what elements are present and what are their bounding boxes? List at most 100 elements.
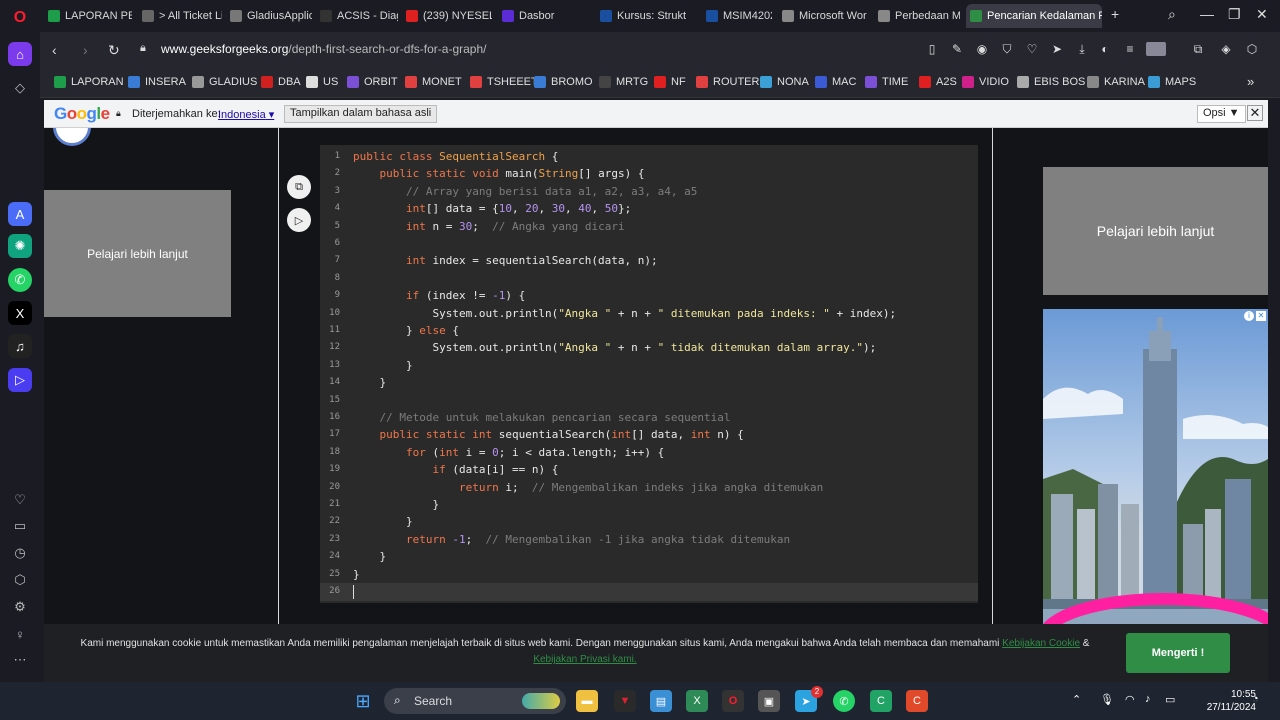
close-window-icon[interactable]: ✕ — [1256, 6, 1268, 23]
options-button[interactable]: Opsi ▼ — [1197, 105, 1246, 123]
messages-icon[interactable]: ▭ — [8, 514, 32, 538]
bookmark-insera[interactable]: INSERA — [128, 76, 186, 88]
app-4-icon[interactable]: C — [906, 690, 928, 712]
start-icon[interactable]: ⊞ — [352, 690, 374, 712]
bookmark-nona[interactable]: NONA — [760, 76, 809, 88]
forward-icon[interactable]: › — [83, 42, 88, 58]
bookmark-vidio[interactable]: VIDIO — [962, 76, 1009, 88]
adchoices-icon[interactable]: i — [1244, 311, 1254, 321]
accept-cookies-button[interactable]: Mengerti ! — [1126, 633, 1230, 673]
privacy-policy-link[interactable]: Kebijakan Privasi kami. — [533, 654, 636, 665]
search-tabs-icon[interactable]: ⌕ — [1168, 6, 1176, 23]
tray-chevron-icon[interactable]: ⌃ — [1072, 693, 1081, 706]
copy-code-icon[interactable]: ⧉ — [287, 175, 311, 199]
url-field[interactable]: www.geeksforgeeks.org/depth-first-search… — [161, 42, 486, 56]
extension-2-icon[interactable]: ◈ — [1218, 42, 1234, 56]
bookmark-karina[interactable]: KARINA — [1087, 76, 1145, 88]
app-2-icon[interactable]: ▤ — [650, 690, 672, 712]
pin-icon[interactable]: ◇ — [8, 76, 32, 100]
tab-7[interactable]: Kursus: Strukt — [596, 4, 696, 28]
bookmark-a2s[interactable]: A2S — [919, 76, 957, 88]
camera-icon[interactable]: ◉ — [974, 42, 990, 56]
language-select[interactable]: Indonesia ▾ — [218, 108, 274, 121]
reload-icon[interactable]: ↻ — [108, 42, 120, 59]
code-editor[interactable]: 1 public class SequentialSearch {2 public… — [320, 145, 978, 603]
shield-icon[interactable]: ⛉ — [999, 42, 1015, 57]
bookmark-router[interactable]: ROUTER — [696, 76, 759, 88]
settings-icon[interactable]: ⚙ — [8, 595, 32, 619]
download-icon[interactable]: ⤓ — [1074, 42, 1090, 57]
menu-icon[interactable]: ≡ — [1122, 42, 1138, 56]
bookmark-tsheeet[interactable]: TSHEEET — [470, 76, 538, 88]
send-icon[interactable]: ➤ — [1049, 42, 1065, 56]
bulb-icon[interactable]: ♀ — [8, 622, 32, 646]
excel-icon[interactable]: X — [686, 690, 708, 712]
music-icon[interactable]: ♫ — [8, 334, 32, 358]
bookmark-laporan[interactable]: LAPORAN — [54, 76, 124, 88]
run-code-icon[interactable]: ▷ — [287, 208, 311, 232]
left-ad-cta[interactable]: Pelajari lebih lanjut — [44, 190, 231, 317]
clock[interactable]: 10:55 27/11/2024 — [1207, 688, 1256, 714]
tab-5[interactable]: (239) NYESEL — [402, 4, 492, 28]
more-icon[interactable]: ⋯ — [8, 648, 32, 672]
bookmark-gladius[interactable]: GLADIUS — [192, 76, 257, 88]
profile-thumbnail-icon[interactable] — [1146, 42, 1166, 56]
opera-logo-icon[interactable]: O — [8, 6, 32, 30]
tab-2[interactable]: > All Ticket Lis — [138, 4, 222, 28]
bookmark-monet[interactable]: MONET — [405, 76, 462, 88]
bookmark-mac[interactable]: MAC — [815, 76, 856, 88]
player-icon[interactable]: ▷ — [8, 368, 32, 392]
microphone-icon[interactable]: 🎙︎ — [1100, 693, 1114, 706]
heart-icon[interactable]: ♡ — [8, 488, 32, 512]
right-ad-cta[interactable]: Pelajari lebih lanjut — [1043, 167, 1268, 295]
battery-icon[interactable]: ▭ — [1165, 693, 1175, 706]
bookmark-bromo[interactable]: BROMO — [534, 76, 593, 88]
volume-icon[interactable]: ♪ — [1145, 693, 1151, 705]
bookmark-maps[interactable]: MAPS — [1148, 76, 1196, 88]
tab-6[interactable]: Dasbor — [498, 4, 586, 28]
tab-10[interactable]: Perbedaan Me — [874, 4, 960, 28]
tab-11[interactable]: Pencarian Kedalaman Pe — [966, 4, 1102, 28]
heart-outline-icon[interactable]: ♡ — [1024, 42, 1040, 56]
tab-4[interactable]: ACSIS - Diagno — [316, 4, 398, 28]
bookmark-orbit[interactable]: ORBIT — [347, 76, 398, 88]
notification-icon[interactable]: ◔ — [1252, 693, 1259, 705]
close-translate-icon[interactable]: ✕ — [1247, 105, 1263, 121]
opera-taskbar-icon[interactable]: O — [722, 690, 744, 712]
maximize-icon[interactable]: ❐ — [1228, 6, 1241, 23]
bookmark-nf[interactable]: NF — [654, 76, 686, 88]
tab-1[interactable]: LAPORAN PEK — [44, 4, 132, 28]
cube-icon[interactable]: ⬡ — [1244, 42, 1260, 56]
bookmark-time[interactable]: TIME — [865, 76, 908, 88]
home-icon[interactable]: ⌂ — [8, 42, 32, 66]
file-explorer-icon[interactable]: ▬ — [576, 690, 598, 712]
new-tab-icon[interactable]: + — [1111, 6, 1119, 22]
app-3-icon[interactable]: ▣ — [758, 690, 780, 712]
tab-8[interactable]: MSIM4202.17 — [702, 4, 772, 28]
bookmark-mrtg[interactable]: MRTG — [599, 76, 648, 88]
back-icon[interactable]: ‹ — [52, 42, 57, 58]
bookmark-us[interactable]: US — [306, 76, 338, 88]
tab-9[interactable]: Microsoft Wor — [778, 4, 868, 28]
bookmarks-overflow-icon[interactable]: » — [1247, 74, 1254, 89]
site-logo[interactable] — [53, 128, 91, 146]
bookmark-dba[interactable]: DBA — [261, 76, 301, 88]
chatgpt-icon[interactable]: ✺ — [8, 234, 32, 258]
lock-icon[interactable]: 🔒︎ — [140, 42, 146, 55]
tab-3[interactable]: GladiusApplica — [226, 4, 312, 28]
whatsapp-icon[interactable]: ✆ — [8, 268, 32, 292]
extension-icon[interactable]: ⧉ — [1190, 42, 1206, 57]
x-twitter-icon[interactable]: X — [8, 301, 32, 325]
split-view-icon[interactable]: ▯ — [924, 42, 940, 56]
camtasia-icon[interactable]: C — [870, 690, 892, 712]
app-icon[interactable]: ▼ — [614, 690, 636, 712]
aria-icon[interactable]: A — [8, 202, 32, 226]
edit-icon[interactable]: ✎ — [949, 42, 965, 56]
taskbar-search[interactable]: ⌕ Search — [384, 688, 566, 714]
show-original-button[interactable]: Tampilkan dalam bahasa asli — [284, 105, 438, 123]
whatsapp-taskbar-icon[interactable]: ✆ — [833, 690, 855, 712]
cookie-policy-link[interactable]: Kebijakan Cookie — [1002, 638, 1080, 649]
wifi-icon[interactable]: ◠ — [1125, 693, 1135, 706]
history-icon[interactable]: ◷ — [8, 541, 32, 565]
bookmark-ebis-bos[interactable]: EBIS BOS — [1017, 76, 1085, 88]
